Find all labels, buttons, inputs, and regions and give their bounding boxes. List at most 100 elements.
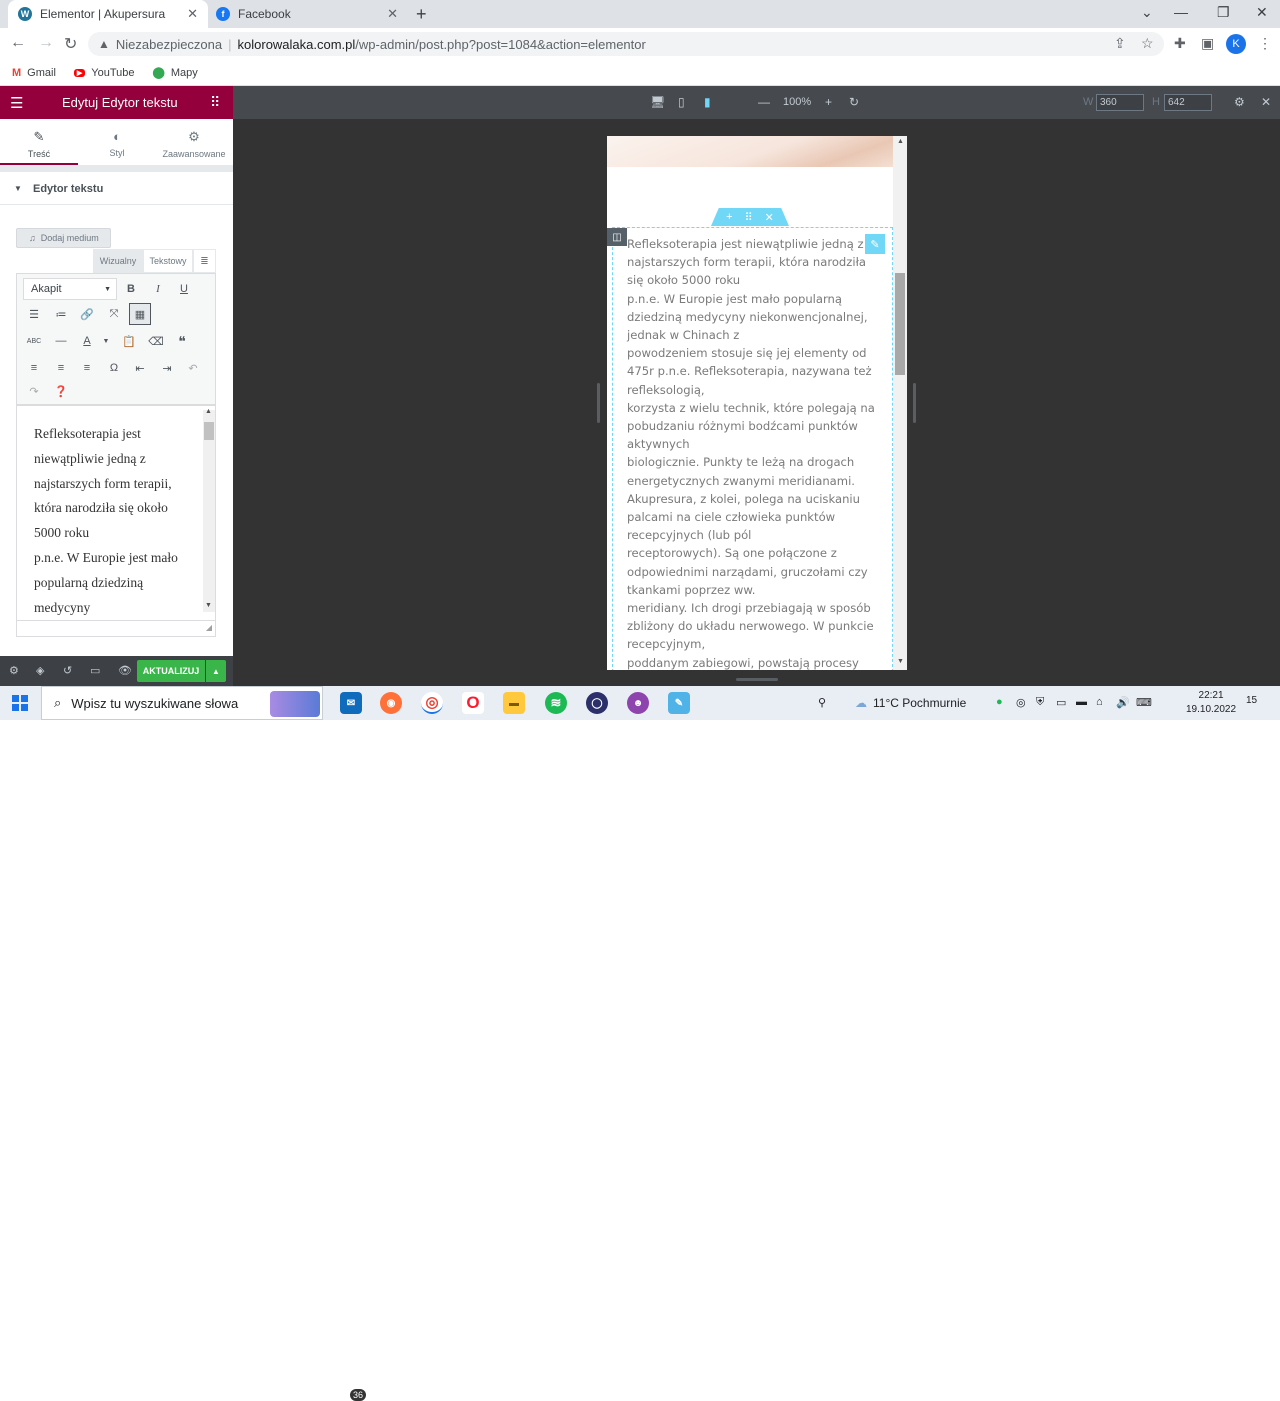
tab-elementor[interactable]: W Elementor | Akupersura ✕ bbox=[8, 0, 208, 28]
spotify-tray-icon[interactable]: ● bbox=[996, 696, 1003, 708]
chrome-icon[interactable]: ◎ bbox=[421, 692, 443, 714]
update-button[interactable]: AKTUALIZUJ bbox=[137, 660, 205, 682]
section-toggle[interactable]: ▼ Edytor tekstu bbox=[0, 172, 233, 206]
scroll-up-icon[interactable]: ▲ bbox=[897, 138, 904, 145]
maximize-button[interactable]: ❐ bbox=[1217, 4, 1230, 21]
settings-icon[interactable]: ⚙ bbox=[9, 664, 19, 677]
preview-eye-icon[interactable]: 👁 bbox=[118, 664, 132, 677]
outdent-icon[interactable]: ⇤ bbox=[129, 357, 151, 379]
resize-handle-left[interactable] bbox=[597, 383, 600, 423]
underline-button[interactable]: U bbox=[173, 278, 195, 300]
toolbar-toggle-icon[interactable]: ≣ bbox=[193, 249, 216, 273]
warning-icon[interactable]: ▲ bbox=[98, 37, 110, 51]
reload-button[interactable]: ↻ bbox=[64, 34, 77, 54]
chevron-down-icon[interactable]: ▼ bbox=[95, 330, 117, 352]
bookmark-maps[interactable]: ⬤ Mapy bbox=[153, 66, 198, 80]
bookmark-star-icon[interactable]: ☆ bbox=[1141, 35, 1154, 52]
link-icon[interactable]: 🔗 bbox=[76, 303, 98, 325]
tablet-icon[interactable]: ▯ bbox=[678, 95, 685, 109]
paste-text-icon[interactable]: 📋 bbox=[118, 330, 140, 352]
widgets-grid-icon[interactable]: ⠿ bbox=[210, 94, 220, 111]
bookmark-gmail[interactable]: M Gmail bbox=[12, 67, 56, 79]
share-icon[interactable]: ⇪ bbox=[1114, 35, 1126, 52]
resize-handle-bottom[interactable] bbox=[736, 678, 778, 681]
display-tray-icon[interactable]: ▭ bbox=[1056, 696, 1066, 709]
editor-content[interactable]: Refleksoterapia jest niewątpliwie jedną … bbox=[34, 422, 194, 620]
bookmark-youtube[interactable]: ▶ YouTube bbox=[73, 67, 135, 79]
messenger-icon[interactable]: ☻ bbox=[627, 692, 649, 714]
menu-icon[interactable]: ⋮ bbox=[1258, 35, 1272, 52]
opera-icon[interactable]: O bbox=[462, 692, 484, 714]
hamburger-menu-icon[interactable]: ☰ bbox=[10, 94, 23, 112]
weather-widget[interactable]: ☁ 11°C Pochmurnie bbox=[855, 696, 966, 710]
bold-button[interactable]: B bbox=[120, 278, 142, 300]
update-options-icon[interactable]: ▲ bbox=[206, 660, 226, 682]
mobile-icon[interactable]: ▮ bbox=[704, 95, 711, 109]
tab-style[interactable]: ◐ Styl bbox=[78, 119, 156, 165]
help-icon[interactable]: ❓ bbox=[50, 380, 72, 402]
notification-center-icon[interactable]: 15 bbox=[1246, 695, 1257, 706]
mail-icon[interactable]: ✉ bbox=[340, 692, 362, 714]
italic-button[interactable]: I bbox=[147, 278, 169, 300]
spotify-icon[interactable]: ≋ bbox=[545, 692, 567, 714]
redo-icon[interactable]: ↷ bbox=[23, 380, 45, 402]
address-bar[interactable]: ▲ Niezabezpieczona | kolorowalaka.com.pl… bbox=[88, 32, 1164, 56]
zoom-in-icon[interactable]: + bbox=[825, 95, 832, 109]
undo-icon[interactable]: ↶ bbox=[182, 357, 204, 379]
close-icon[interactable]: ✕ bbox=[1261, 95, 1271, 109]
close-window-button[interactable]: ✕ bbox=[1256, 4, 1268, 21]
tab-facebook[interactable]: f Facebook ✕ bbox=[208, 0, 408, 28]
strikethrough-icon[interactable]: ABC bbox=[23, 330, 45, 352]
clock[interactable]: 22:21 19.10.2022 bbox=[1186, 689, 1236, 717]
butterfly-widget-icon[interactable] bbox=[270, 691, 320, 717]
battery-icon[interactable]: ▬ bbox=[1076, 696, 1087, 708]
numbered-list-icon[interactable]: ≔ bbox=[50, 303, 72, 325]
navigator-icon[interactable]: ◈ bbox=[36, 664, 44, 677]
scroll-up-icon[interactable]: ▲ bbox=[205, 408, 212, 415]
volume-icon[interactable]: 🔊 bbox=[1116, 696, 1130, 709]
text-editor[interactable]: Refleksoterapia jest niewątpliwie jedną … bbox=[16, 405, 216, 621]
scroll-thumb[interactable] bbox=[895, 273, 905, 375]
height-input[interactable]: 642 bbox=[1164, 94, 1212, 111]
forward-button[interactable]: → bbox=[38, 34, 54, 52]
delete-section-icon[interactable]: ✕ bbox=[765, 211, 774, 224]
app-icon[interactable]: ◯ bbox=[586, 692, 608, 714]
clear-format-icon[interactable]: ⌫ bbox=[145, 330, 167, 352]
new-tab-button[interactable]: + bbox=[416, 4, 427, 25]
scroll-down-icon[interactable]: ▼ bbox=[897, 658, 904, 665]
tray-app-icon[interactable]: ◎ bbox=[1016, 696, 1026, 709]
notepad-icon[interactable]: ✎ bbox=[668, 692, 690, 714]
editor-scrollbar[interactable]: ▲ ▼ bbox=[203, 408, 215, 612]
tab-text-editor[interactable]: Tekstowy bbox=[143, 249, 193, 273]
language-icon[interactable]: ⌨ bbox=[1136, 696, 1152, 709]
network-icon[interactable]: ⌂ bbox=[1096, 696, 1103, 708]
add-section-icon[interactable]: + bbox=[726, 211, 732, 223]
toolbar-toggle-icon[interactable]: ▦ bbox=[129, 303, 151, 325]
back-button[interactable]: ← bbox=[10, 34, 26, 52]
tab-visual-editor[interactable]: Wizualny bbox=[93, 249, 143, 273]
responsive-icon[interactable]: ▭ bbox=[90, 664, 100, 677]
format-select[interactable]: Akapit ▼ bbox=[23, 278, 117, 300]
profile-avatar[interactable]: K bbox=[1226, 34, 1246, 54]
special-char-icon[interactable]: Ω bbox=[103, 357, 125, 379]
zoom-out-icon[interactable]: — bbox=[758, 95, 770, 109]
close-tab-icon[interactable]: ✕ bbox=[187, 6, 198, 22]
firefox-icon[interactable]: ◉ bbox=[380, 692, 402, 714]
tab-advanced[interactable]: ⚙ Zaawansowane bbox=[155, 119, 233, 165]
history-icon[interactable]: ↺ bbox=[63, 664, 72, 677]
column-handle-icon[interactable]: ◫ bbox=[607, 228, 627, 246]
width-input[interactable]: 360 bbox=[1096, 94, 1144, 111]
security-tray-icon[interactable]: ⛨ bbox=[1036, 696, 1044, 709]
align-center-icon[interactable]: ≡ bbox=[50, 357, 72, 379]
align-left-icon[interactable]: ≡ bbox=[23, 357, 45, 379]
close-tab-icon[interactable]: ✕ bbox=[387, 6, 398, 22]
indent-icon[interactable]: ⇥ bbox=[156, 357, 178, 379]
people-icon[interactable]: ⚲ bbox=[818, 696, 826, 709]
tab-search-icon[interactable]: ⌄ bbox=[1141, 4, 1153, 21]
settings-icon[interactable]: ⚙ bbox=[1234, 95, 1245, 109]
resize-handle-right[interactable] bbox=[913, 383, 916, 423]
bullet-list-icon[interactable]: ☰ bbox=[23, 303, 45, 325]
drag-handle-icon[interactable]: ⠿ bbox=[745, 211, 753, 224]
tab-content[interactable]: ✎ Treść bbox=[0, 119, 78, 165]
preview-scrollbar[interactable]: ▲ ▼ bbox=[893, 136, 907, 670]
